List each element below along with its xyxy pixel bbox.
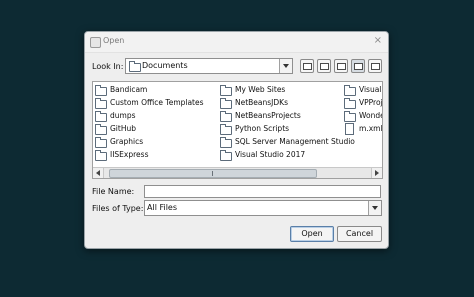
open-dialog: Open × Look In: Documents Bandicam Custo… [84,31,389,249]
details-view-icon [371,63,380,70]
up-one-level-button[interactable] [300,59,314,73]
folder-icon [95,137,107,148]
look-in-label: Look In: [92,62,124,71]
file-icon [345,123,354,135]
folder-icon [95,85,107,96]
arrow-left-icon [96,170,100,176]
folder-icon [220,137,232,148]
arrow-right-icon [375,170,379,176]
folder-icon [220,85,232,96]
list-view-button[interactable] [351,59,365,73]
horizontal-scrollbar[interactable] [93,167,382,178]
dialog-title: Open [103,36,125,45]
folder-icon [344,85,356,96]
file-name-input[interactable] [144,185,381,198]
title-bar[interactable]: Open × [85,32,388,53]
details-view-button[interactable] [368,59,382,73]
folder-icon [220,111,232,122]
folder-icon [344,98,356,109]
folder-icon [220,124,232,135]
files-of-type-value: All Files [147,203,178,212]
scroll-thumb[interactable] [109,169,317,178]
look-in-value: Documents [142,61,188,70]
look-in-dropdown-button[interactable] [279,59,292,73]
folder-icon [95,150,107,161]
look-in-combo[interactable]: Documents [125,58,293,74]
file-list[interactable]: Bandicam Custom Office Templates dumps G… [92,81,383,179]
cancel-button[interactable]: Cancel [337,226,382,242]
folder-icon [344,111,356,122]
files-of-type-combo[interactable]: All Files [144,200,382,216]
up-one-level-icon [303,63,312,70]
home-icon [320,63,329,70]
folder-icon [95,111,107,122]
chevron-down-icon [372,206,378,210]
close-icon[interactable]: × [374,35,382,47]
folder-icon [220,98,232,109]
new-folder-icon [337,63,346,70]
open-button[interactable]: Open [290,226,334,242]
folder-icon [95,124,107,135]
folder-icon [129,61,141,72]
scroll-right-button[interactable] [371,168,382,178]
home-button[interactable] [317,59,331,73]
folder-icon [95,98,107,109]
file-name-label: File Name: [92,187,135,196]
list-view-icon [354,63,363,70]
app-icon [90,37,101,48]
files-of-type-dropdown-button[interactable] [368,201,381,215]
scroll-left-button[interactable] [93,168,104,178]
new-folder-button[interactable] [334,59,348,73]
files-of-type-label: Files of Type: [92,204,144,213]
folder-icon [220,150,232,161]
chevron-down-icon [283,64,289,68]
scroll-grip [212,171,213,176]
